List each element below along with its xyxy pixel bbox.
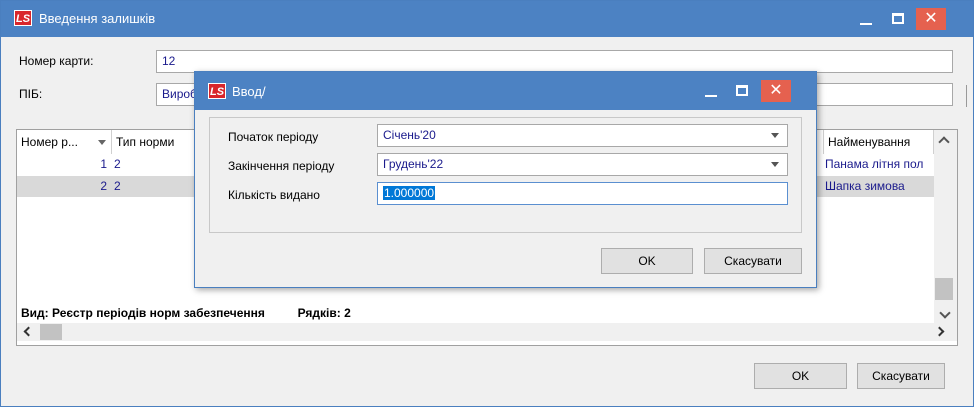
horizontal-scrollbar[interactable] [17, 323, 957, 341]
chevron-down-icon[interactable] [771, 162, 779, 167]
vertical-scrollbar[interactable] [934, 130, 957, 323]
input-dialog: LS Ввод/ ✕ Початок періоду Січень'20 Зак… [194, 71, 817, 288]
cancel-button[interactable]: Скасувати [857, 363, 945, 389]
scroll-up-icon[interactable] [938, 136, 950, 148]
period-end-value: Грудень'22 [383, 157, 444, 171]
row-number: 2 [100, 179, 107, 193]
row-type: 2 [114, 179, 121, 193]
chevron-down-icon[interactable] [771, 133, 779, 138]
period-end-select[interactable]: Грудень'22 [377, 153, 788, 176]
quantity-label: Кількість видано [228, 188, 320, 202]
dialog-close-button[interactable]: ✕ [761, 80, 791, 102]
main-titlebar[interactable]: LS Введення залишків ✕ [1, 1, 973, 37]
hscroll-thumb[interactable] [40, 324, 62, 340]
dialog-ok-button[interactable]: OK [601, 248, 693, 274]
column-header-number-label: Номер р... [21, 135, 78, 149]
dialog-titlebar[interactable]: LS Ввод/ ✕ [195, 72, 816, 110]
close-button[interactable]: ✕ [916, 8, 946, 30]
period-end-label: Закінчення періоду [228, 159, 335, 173]
quantity-value: 1.000000 [383, 186, 436, 200]
divider [966, 85, 967, 107]
card-number-label: Номер карти: [19, 54, 94, 68]
pib-label: ПІБ: [19, 87, 43, 101]
window-title: Введення залишків [39, 11, 156, 26]
column-header-name[interactable]: Найменування [823, 130, 934, 154]
column-header-name-label: Найменування [828, 135, 911, 149]
card-number-field[interactable]: 12 [156, 50, 953, 73]
status-view: Вид: Реєстр періодів норм забезпечення [21, 306, 265, 320]
period-start-value: Січень'20 [383, 128, 436, 142]
dialog-minimize-button[interactable] [697, 80, 725, 102]
dialog-logo-icon: LS [208, 83, 226, 99]
app-logo-icon: LS [14, 10, 32, 26]
minimize-button[interactable] [852, 8, 880, 30]
scroll-left-icon[interactable] [23, 326, 34, 337]
scroll-right-icon[interactable] [934, 326, 945, 337]
sort-arrow-icon[interactable] [98, 140, 106, 145]
dialog-maximize-button[interactable] [728, 80, 756, 102]
scroll-thumb[interactable] [935, 278, 953, 300]
dialog-cancel-button[interactable]: Скасувати [704, 248, 802, 274]
column-header-type-label: Тип норми [116, 135, 175, 149]
column-header-type[interactable]: Тип норми [112, 130, 197, 154]
period-start-label: Початок періоду [228, 130, 319, 144]
ok-button[interactable]: OK [754, 363, 847, 389]
grid-status-bar: Вид: Реєстр періодів норм забезпечення Р… [21, 306, 351, 320]
period-start-select[interactable]: Січень'20 [377, 124, 788, 147]
dialog-fields-group: Початок періоду Січень'20 Закінчення пер… [209, 117, 802, 233]
quantity-input[interactable]: 1.000000 [377, 182, 788, 205]
maximize-button[interactable] [884, 8, 912, 30]
row-name: Панама літня пол [825, 157, 924, 171]
dialog-title: Ввод/ [232, 84, 266, 99]
status-row-count: Рядків: 2 [297, 306, 351, 320]
row-number: 1 [100, 157, 107, 171]
row-name: Шапка зимова [825, 179, 905, 193]
row-type: 2 [114, 157, 121, 171]
